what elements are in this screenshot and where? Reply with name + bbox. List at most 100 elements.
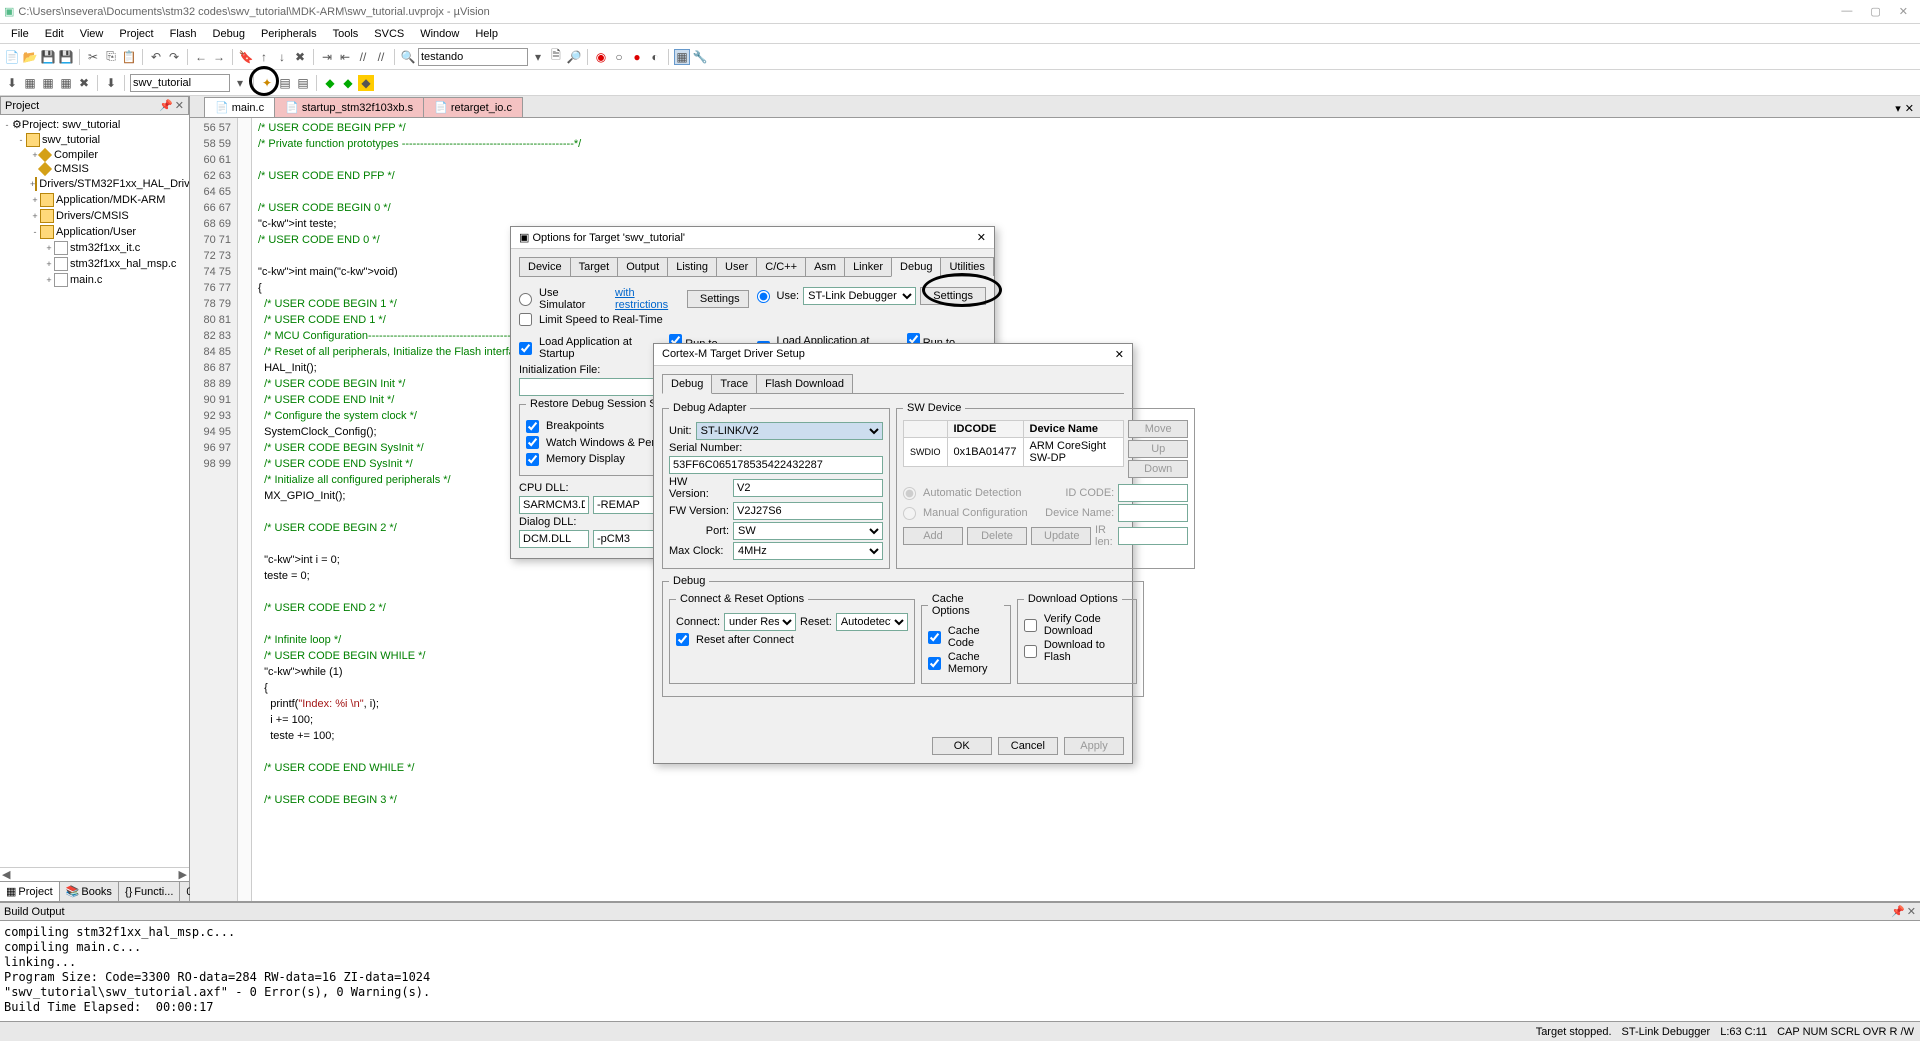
- breakpoints-checkbox[interactable]: [526, 420, 539, 433]
- incremental-find-icon[interactable]: 🔎: [566, 49, 582, 65]
- uncomment-icon[interactable]: //: [373, 49, 389, 65]
- with-restrictions-link[interactable]: with restrictions: [615, 287, 683, 311]
- ok-button[interactable]: OK: [932, 737, 992, 755]
- pack-installer-icon[interactable]: ◆: [322, 75, 338, 91]
- stop-build-icon[interactable]: ✖: [76, 75, 92, 91]
- sim-settings-button[interactable]: Settings: [687, 290, 749, 308]
- undo-icon[interactable]: ↶: [148, 49, 164, 65]
- tab-startup[interactable]: 📄startup_stm32f103xb.s: [274, 97, 424, 117]
- panel-pin-icon[interactable]: 📌: [1891, 905, 1905, 918]
- menu-project[interactable]: Project: [112, 26, 160, 42]
- tree-item[interactable]: +Drivers/CMSIS: [2, 208, 187, 224]
- download-icon[interactable]: ⬇: [103, 75, 119, 91]
- tab-debug[interactable]: Debug: [891, 257, 941, 277]
- debug-start-icon[interactable]: ◉: [593, 49, 609, 65]
- comment-icon[interactable]: //: [355, 49, 371, 65]
- tab-functions[interactable]: {}Functi...: [119, 882, 180, 901]
- select-pack-icon[interactable]: ◆: [358, 75, 374, 91]
- load-app-sim-checkbox[interactable]: [519, 342, 532, 355]
- verify-code-checkbox[interactable]: [1024, 619, 1037, 632]
- fold-gutter[interactable]: [238, 118, 252, 901]
- build-icon[interactable]: ▦: [22, 75, 38, 91]
- menu-file[interactable]: File: [4, 26, 36, 42]
- cache-code-checkbox[interactable]: [928, 631, 941, 644]
- maximize-icon[interactable]: ▢: [1870, 5, 1880, 18]
- tab-device[interactable]: Device: [519, 257, 571, 276]
- menu-svcs[interactable]: SVCS: [367, 26, 411, 42]
- close-icon[interactable]: ✕: [977, 231, 986, 244]
- menu-peripherals[interactable]: Peripherals: [254, 26, 324, 42]
- close-icon[interactable]: ✕: [1115, 348, 1124, 361]
- debugger-select[interactable]: ST-Link Debugger: [803, 287, 916, 305]
- editor-close-icon[interactable]: ✕: [1905, 102, 1914, 115]
- bookmark-prev-icon[interactable]: ↑: [256, 49, 272, 65]
- nav-fwd-icon[interactable]: →: [211, 49, 227, 65]
- redo-icon[interactable]: ↷: [166, 49, 182, 65]
- close-icon[interactable]: ✕: [1899, 5, 1908, 18]
- indent-icon[interactable]: ⇥: [319, 49, 335, 65]
- breakpoint-disable-icon[interactable]: ◐: [647, 49, 663, 65]
- tab-linker[interactable]: Linker: [844, 257, 892, 276]
- manage-icon[interactable]: ▤: [295, 75, 311, 91]
- watch-checkbox[interactable]: [526, 436, 539, 449]
- tree-item[interactable]: +stm32f1xx_it.c: [2, 240, 187, 256]
- menu-view[interactable]: View: [73, 26, 111, 42]
- tab-project[interactable]: ▦Project: [0, 882, 60, 901]
- cancel-button[interactable]: Cancel: [998, 737, 1058, 755]
- serial-input[interactable]: [669, 456, 883, 474]
- cut-icon[interactable]: ✂: [85, 49, 101, 65]
- use-debugger-radio[interactable]: [757, 290, 770, 303]
- manage-rte-icon[interactable]: ◆: [340, 75, 356, 91]
- tab-cpp[interactable]: C/C++: [756, 257, 806, 276]
- unit-select[interactable]: ST-LINK/V2: [696, 422, 883, 440]
- tree-item[interactable]: +stm32f1xx_hal_msp.c: [2, 256, 187, 272]
- download-flash-checkbox[interactable]: [1024, 645, 1037, 658]
- reset-after-checkbox[interactable]: [676, 633, 689, 646]
- tab-main-c[interactable]: 📄main.c: [204, 97, 275, 117]
- tab-retarget[interactable]: 📄retarget_io.c: [423, 97, 523, 117]
- tab-asm[interactable]: Asm: [805, 257, 845, 276]
- reset-select[interactable]: Autodetect: [836, 613, 908, 631]
- editor-dropdown-icon[interactable]: ▾: [1895, 102, 1901, 115]
- tree-item[interactable]: -Application/User: [2, 224, 187, 240]
- batch-build-icon[interactable]: ▦: [58, 75, 74, 91]
- tree-item[interactable]: -swv_tutorial: [2, 132, 187, 148]
- menu-flash[interactable]: Flash: [163, 26, 204, 42]
- tab-books[interactable]: 📚Books: [60, 882, 119, 901]
- paste-icon[interactable]: 📋: [121, 49, 137, 65]
- tab-user[interactable]: User: [716, 257, 757, 276]
- tab-listing[interactable]: Listing: [667, 257, 717, 276]
- find-dropdown-icon[interactable]: ▾: [530, 49, 546, 65]
- copy-icon[interactable]: ⎘: [103, 49, 119, 65]
- maxclock-select[interactable]: 4MHz: [733, 542, 883, 560]
- breakpoint-icon[interactable]: ●: [629, 49, 645, 65]
- tab-target[interactable]: Target: [570, 257, 619, 276]
- menu-tools[interactable]: Tools: [326, 26, 366, 42]
- connect-select[interactable]: under Reset: [724, 613, 796, 631]
- driver-tab-debug[interactable]: Debug: [662, 374, 712, 394]
- menu-help[interactable]: Help: [468, 26, 505, 42]
- bookmark-icon[interactable]: 🔖: [238, 49, 254, 65]
- tree-item[interactable]: +Compiler: [2, 148, 187, 162]
- nav-back-icon[interactable]: ←: [193, 49, 209, 65]
- tree-scrollbar[interactable]: ◀▶: [0, 867, 189, 881]
- driver-tab-flash[interactable]: Flash Download: [756, 374, 853, 393]
- window-layout-icon[interactable]: ▦: [674, 49, 690, 65]
- menu-debug[interactable]: Debug: [206, 26, 252, 42]
- save-all-icon[interactable]: 💾: [58, 49, 74, 65]
- limit-speed-checkbox[interactable]: [519, 313, 532, 326]
- menu-window[interactable]: Window: [413, 26, 466, 42]
- cpu-dll-input[interactable]: [519, 496, 589, 514]
- bookmark-clear-icon[interactable]: ✖: [292, 49, 308, 65]
- cache-memory-checkbox[interactable]: [928, 657, 941, 670]
- tree-item[interactable]: +Drivers/STM32F1xx_HAL_Driv: [2, 176, 187, 192]
- open-file-icon[interactable]: 📂: [22, 49, 38, 65]
- find-combo[interactable]: [418, 48, 528, 66]
- rebuild-icon[interactable]: ▦: [40, 75, 56, 91]
- target-select[interactable]: [130, 74, 230, 92]
- minimize-icon[interactable]: —: [1841, 5, 1852, 18]
- find-in-files-icon[interactable]: 🗎: [548, 49, 564, 65]
- target-dropdown-icon[interactable]: ▾: [232, 75, 248, 91]
- file-ext-icon[interactable]: ▤: [277, 75, 293, 91]
- debug-stop-icon[interactable]: ○: [611, 49, 627, 65]
